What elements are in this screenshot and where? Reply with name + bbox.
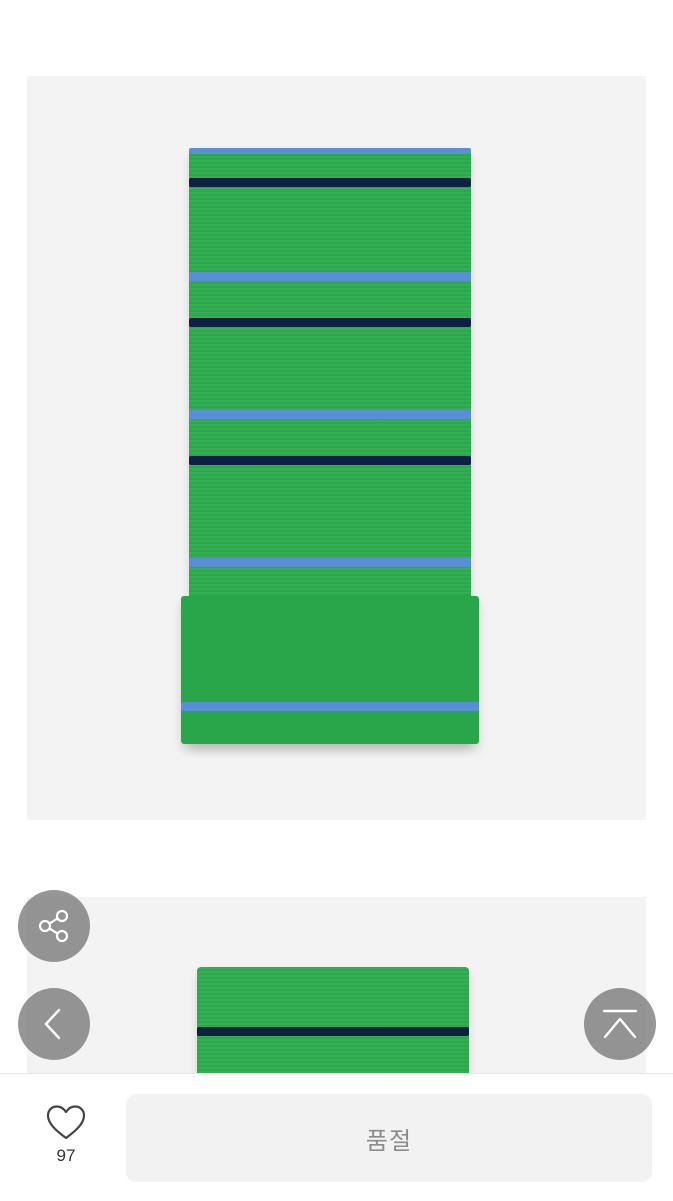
like-button[interactable]: 97 xyxy=(36,1104,96,1166)
scarf-stripe xyxy=(181,702,479,711)
scarf-stripe xyxy=(189,178,471,187)
heart-icon xyxy=(46,1105,86,1140)
scarf-stripe xyxy=(189,558,471,567)
chevron-left-icon xyxy=(44,1008,61,1040)
scarf-stripe xyxy=(189,456,471,465)
product-image-secondary xyxy=(27,897,646,1097)
share-button[interactable] xyxy=(18,890,90,962)
scarf-stripe xyxy=(189,318,471,327)
scarf-stripe xyxy=(189,410,471,419)
product-image-main xyxy=(27,76,646,820)
scarf-stripe xyxy=(189,148,471,154)
back-button[interactable] xyxy=(18,988,90,1060)
scarf-fold xyxy=(181,596,479,744)
scroll-to-top-button[interactable] xyxy=(584,988,656,1060)
soldout-button[interactable]: 품절 xyxy=(126,1094,652,1182)
like-count: 97 xyxy=(56,1146,76,1165)
bottom-action-bar: 97 품절 xyxy=(0,1073,673,1201)
scarf-stripe xyxy=(197,1027,469,1036)
scroll-to-top-icon xyxy=(602,1009,638,1039)
scarf-stripe xyxy=(189,272,471,281)
share-icon xyxy=(38,909,69,943)
